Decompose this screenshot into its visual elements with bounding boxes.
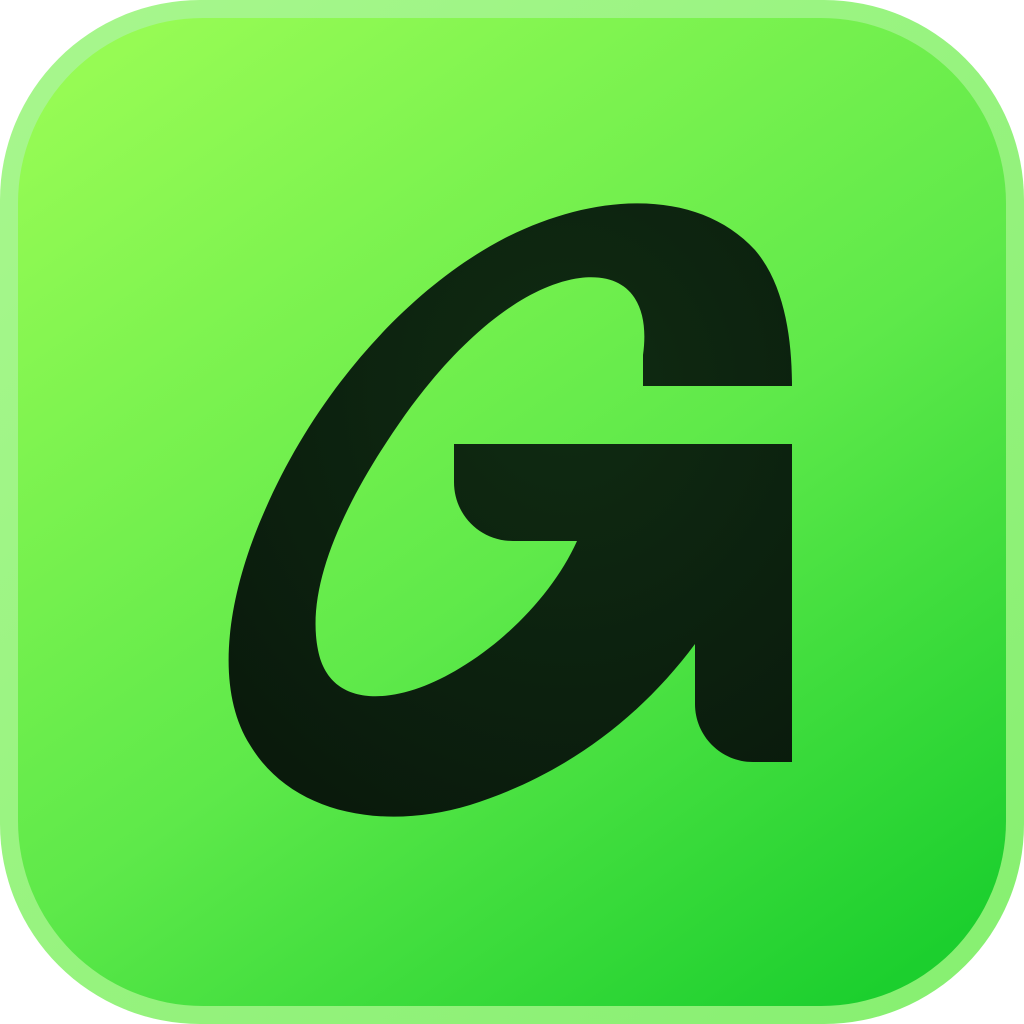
app-icon [0, 0, 1024, 1024]
app-icon-graphic [0, 0, 1024, 1024]
